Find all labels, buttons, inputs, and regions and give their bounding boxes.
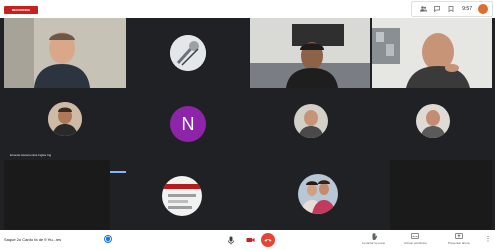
raise-hand-button[interactable]: Levantar la mano bbox=[362, 233, 385, 245]
participant-avatar bbox=[162, 176, 202, 216]
participant-video bbox=[372, 18, 492, 88]
participant-video bbox=[4, 18, 126, 88]
participant-name: Ernesto Ascemonica Ingles Ing bbox=[10, 153, 52, 157]
raise-hand-label: Levantar la mano bbox=[362, 241, 386, 245]
recording-badge: RECORDING bbox=[4, 6, 38, 14]
captions-icon bbox=[411, 233, 420, 240]
top-bar: RECORDING 9:57 bbox=[0, 0, 495, 18]
participant-tile-10[interactable] bbox=[128, 160, 248, 230]
participant-tile-11[interactable] bbox=[250, 160, 386, 230]
present-now-label: Presentar ahora bbox=[448, 241, 470, 245]
captions-label: Activar subtítulos bbox=[404, 241, 427, 245]
top-right-controls: 9:57 bbox=[411, 1, 493, 17]
present-icon bbox=[454, 233, 463, 240]
video-grid: Ernesto Ascemonica Ingles Ing N bbox=[0, 18, 495, 230]
captions-button[interactable]: Activar subtítulos bbox=[404, 233, 427, 245]
meeting-details[interactable]: Saque 2o Cardo fa de 9 Hu...ies bbox=[4, 237, 61, 242]
participant-avatar bbox=[298, 174, 338, 214]
participant-tile-7[interactable] bbox=[250, 90, 370, 158]
bottom-bar: Saque 2o Cardo fa de 9 Hu...ies Levantar… bbox=[0, 230, 495, 250]
participant-tile-12[interactable] bbox=[390, 160, 492, 230]
end-call-button[interactable] bbox=[261, 233, 275, 247]
participant-initial-avatar: N bbox=[170, 106, 206, 142]
participant-tile-8[interactable] bbox=[372, 90, 492, 158]
participant-avatar bbox=[170, 35, 206, 71]
clock: 9:57 bbox=[462, 6, 472, 12]
participant-tile-camera-1[interactable] bbox=[4, 18, 126, 88]
people-icon[interactable] bbox=[416, 3, 430, 15]
participant-tile-2[interactable] bbox=[128, 18, 248, 88]
present-now-button[interactable]: Presentar ahora bbox=[448, 233, 470, 245]
participant-initial: N bbox=[181, 113, 195, 134]
camera-button[interactable] bbox=[244, 233, 256, 247]
hand-icon bbox=[371, 233, 377, 240]
microphone-button[interactable] bbox=[226, 233, 236, 247]
participant-tile-6[interactable]: N bbox=[128, 90, 248, 158]
more-vert-icon: ⋮ bbox=[484, 236, 492, 243]
activities-icon[interactable] bbox=[444, 3, 458, 15]
participant-tile-camera-4[interactable] bbox=[372, 18, 492, 88]
participant-avatar bbox=[48, 102, 82, 136]
participant-tile-9[interactable] bbox=[4, 160, 110, 230]
user-avatar[interactable] bbox=[478, 4, 488, 14]
participant-video bbox=[250, 18, 370, 88]
participant-tile-camera-3[interactable] bbox=[250, 18, 370, 88]
more-options-button[interactable]: ⋮ bbox=[484, 233, 492, 245]
participant-tile-5[interactable]: Ernesto Ascemonica Ingles Ing bbox=[4, 90, 126, 158]
chat-icon[interactable] bbox=[430, 3, 444, 15]
participant-avatar bbox=[294, 104, 328, 138]
participant-avatar bbox=[416, 104, 450, 138]
shield-icon[interactable] bbox=[104, 235, 112, 243]
